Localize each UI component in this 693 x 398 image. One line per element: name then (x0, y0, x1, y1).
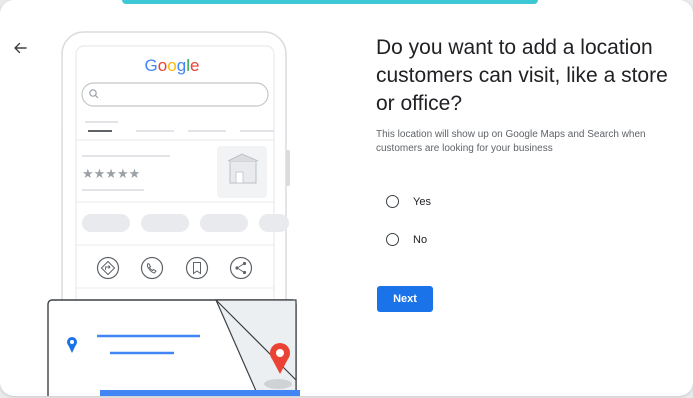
back-button[interactable] (6, 34, 34, 62)
search-bar (81, 82, 269, 107)
radio-no[interactable] (386, 233, 399, 246)
dialog-card: Google ★★★★★ Do you want to add a locati… (0, 0, 693, 396)
google-logo: Google (145, 56, 200, 75)
chip (141, 214, 189, 232)
business-profile-illustration: Google ★★★★★ (47, 31, 297, 396)
rating-stars: ★★★★★ (82, 167, 140, 182)
radio-option-no[interactable]: No (386, 233, 427, 246)
question-description: This location will show up on Google Map… (376, 129, 646, 154)
phone-side-button (286, 150, 290, 186)
radio-yes-label: Yes (413, 195, 431, 208)
next-button[interactable]: Next (377, 286, 433, 312)
radio-yes[interactable] (386, 195, 399, 208)
radio-no-label: No (413, 233, 428, 246)
chip (200, 214, 248, 232)
question-heading: Do you want to add a location customers … (376, 36, 668, 115)
arrow-left-icon (14, 42, 27, 54)
radio-option-yes[interactable]: Yes (386, 195, 431, 208)
chip (82, 214, 130, 232)
top-accent-bar (122, 0, 538, 4)
chip (259, 214, 289, 232)
footer-accent-strip (100, 390, 300, 396)
